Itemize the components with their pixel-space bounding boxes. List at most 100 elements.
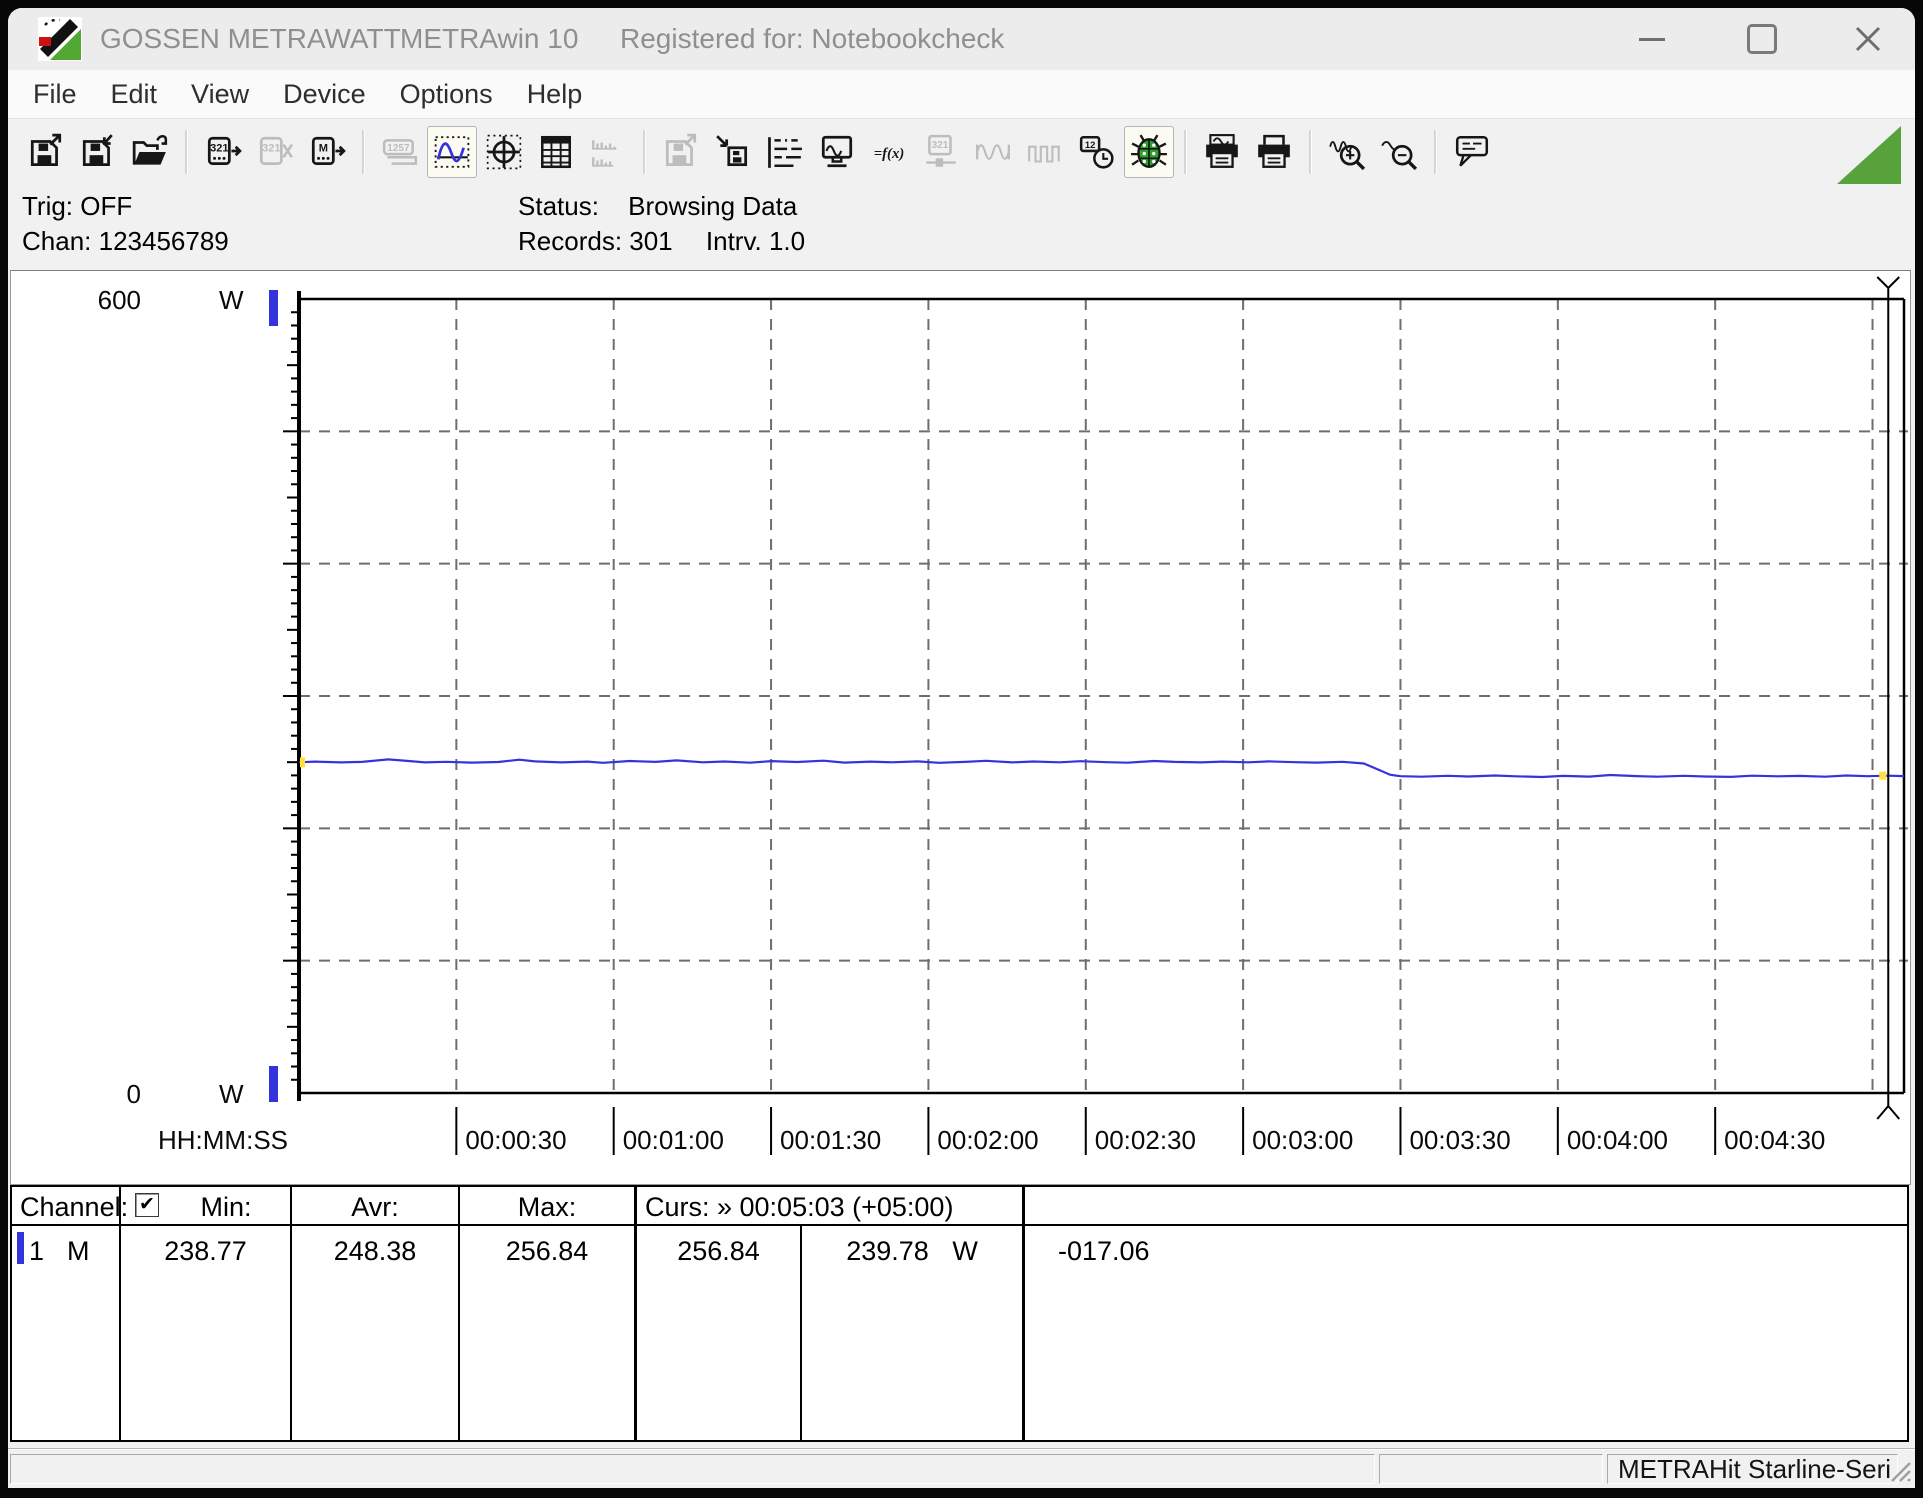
chart-view-button[interactable] bbox=[427, 125, 477, 178]
status-line: Status: Browsing Data bbox=[518, 191, 797, 222]
debug-bug-button[interactable] bbox=[1124, 125, 1174, 178]
zoom-out-button[interactable] bbox=[1374, 126, 1424, 178]
svg-text:321: 321 bbox=[210, 142, 228, 154]
svg-text:00:04:00: 00:04:00 bbox=[1567, 1125, 1668, 1155]
import-data-button[interactable] bbox=[708, 126, 758, 178]
zoom-in-icon bbox=[1329, 140, 1366, 170]
disconnect-device-button: 321 bbox=[250, 126, 300, 178]
menu-edit[interactable]: Edit bbox=[94, 70, 175, 118]
status-label: Status: bbox=[518, 191, 599, 221]
analog-wave-button bbox=[968, 126, 1018, 178]
disconnect-device-icon: 321 bbox=[259, 136, 293, 165]
metrawin-window: GOSSEN METRAWATT METRAwin 10 Registered … bbox=[8, 8, 1915, 1488]
resize-grip[interactable] bbox=[1886, 1457, 1912, 1483]
menu-options[interactable]: Options bbox=[383, 70, 510, 118]
row-cursor-value: 239.78 W bbox=[802, 1234, 1022, 1268]
menu-device[interactable]: Device bbox=[266, 70, 383, 118]
svg-text:12: 12 bbox=[1085, 139, 1096, 150]
save-as-icon bbox=[82, 133, 113, 166]
menu-view[interactable]: View bbox=[174, 70, 266, 118]
channel-settings-button[interactable] bbox=[760, 126, 810, 178]
row-cursor-start-value: 256.84 bbox=[677, 1236, 760, 1266]
print-preview-icon bbox=[1206, 133, 1238, 168]
analog-wave-icon bbox=[976, 143, 1010, 160]
table-view-button[interactable] bbox=[531, 126, 581, 178]
svg-text:00:02:00: 00:02:00 bbox=[937, 1125, 1038, 1155]
app-logo-icon bbox=[38, 17, 82, 61]
close-button[interactable] bbox=[1845, 16, 1891, 62]
zoom-out-icon bbox=[1381, 140, 1418, 170]
svg-text:00:01:30: 00:01:30 bbox=[780, 1125, 881, 1155]
title-bar: GOSSEN METRAWATT METRAwin 10 Registered … bbox=[8, 8, 1915, 70]
records-line: Records: 301 Intrv. 1.0 bbox=[518, 226, 805, 257]
live-monitor-icon bbox=[821, 135, 853, 167]
export-data-icon bbox=[665, 133, 697, 166]
channel-color-bar bbox=[17, 1232, 24, 1264]
open-file-button[interactable] bbox=[125, 126, 175, 178]
datetime-icon: 12 bbox=[1079, 135, 1114, 169]
row-cursor-delta: -017.06 bbox=[1058, 1236, 1150, 1266]
crosshair-view-icon bbox=[486, 134, 522, 169]
svg-text:600: 600 bbox=[98, 285, 141, 315]
crosshair-view-button[interactable] bbox=[479, 126, 529, 178]
title-registered: Registered for: Notebookcheck bbox=[620, 23, 1005, 54]
save-file-button[interactable] bbox=[21, 126, 71, 178]
live-monitor-button[interactable] bbox=[812, 126, 862, 178]
svg-text:00:03:00: 00:03:00 bbox=[1252, 1125, 1353, 1155]
open-file-icon bbox=[132, 134, 168, 165]
toolbar-separator bbox=[1184, 129, 1187, 174]
device-settings-icon: 321 bbox=[926, 134, 956, 167]
export-data-button bbox=[656, 126, 706, 178]
svg-text:00:04:30: 00:04:30 bbox=[1724, 1125, 1825, 1155]
svg-text:00:00:30: 00:00:30 bbox=[465, 1125, 566, 1155]
svg-text:M: M bbox=[319, 142, 328, 154]
menu-file[interactable]: File bbox=[16, 70, 94, 118]
toolbar-separator bbox=[185, 129, 188, 174]
cursor-value: 239.78 bbox=[846, 1236, 929, 1266]
save-file-icon bbox=[30, 133, 62, 166]
close-icon bbox=[1855, 26, 1881, 52]
channel-visible-checkbox[interactable]: ✔ bbox=[135, 1193, 159, 1217]
toolbar-separator bbox=[1434, 129, 1437, 174]
row-channel-number: 1 bbox=[29, 1236, 45, 1266]
row-channel-mode: M bbox=[67, 1236, 90, 1266]
import-data-icon bbox=[716, 134, 748, 166]
svg-text:W: W bbox=[219, 1079, 244, 1109]
row-max-value: 256.84 bbox=[505, 1236, 589, 1266]
svg-text:00:03:30: 00:03:30 bbox=[1409, 1125, 1510, 1155]
print-preview-button[interactable] bbox=[1197, 126, 1247, 178]
save-as-button[interactable] bbox=[73, 126, 123, 178]
svg-text:321: 321 bbox=[932, 139, 949, 150]
svg-text:=f(x): =f(x) bbox=[874, 145, 905, 161]
maximize-button[interactable] bbox=[1739, 16, 1785, 62]
col-header-channel: Channel: bbox=[20, 1192, 129, 1222]
menu-bar: File Edit View Device Options Help bbox=[8, 70, 1915, 119]
chart-area[interactable]: 00:00:30 00:01:00 00:01:30 00:02:00 00:02:30… bbox=[11, 271, 1908, 1182]
formula-button[interactable]: =f(x) bbox=[864, 126, 914, 178]
minimize-icon bbox=[1639, 37, 1665, 41]
hint-button[interactable] bbox=[1447, 126, 1497, 178]
svg-text:1257: 1257 bbox=[387, 142, 410, 153]
acquisition-info-strip: Trig: OFF Chan: 123456789 Status: Browsi… bbox=[8, 184, 1915, 269]
datetime-button[interactable]: 12 bbox=[1072, 126, 1122, 178]
svg-text:00:01:00: 00:01:00 bbox=[623, 1125, 724, 1155]
toolbar-separator bbox=[362, 129, 365, 174]
col-header-min: Min: bbox=[200, 1192, 252, 1222]
checkmark-icon: ✔ bbox=[139, 1194, 155, 1215]
minimize-button[interactable] bbox=[1629, 16, 1675, 62]
read-memory-button[interactable]: M bbox=[302, 126, 352, 178]
numeric-display-icon: 1257 bbox=[382, 138, 418, 165]
status-value: Browsing Data bbox=[628, 191, 798, 221]
desktop-background: GOSSEN METRAWATT METRAwin 10 Registered … bbox=[0, 0, 1923, 1498]
read-device-button[interactable]: 321 bbox=[198, 126, 248, 178]
print-icon bbox=[1258, 134, 1290, 168]
status-bar: METRAHit Starline-Seri bbox=[8, 1448, 1915, 1488]
title-app: METRAwin 10 bbox=[400, 23, 579, 54]
print-button[interactable] bbox=[1249, 126, 1299, 178]
menu-help[interactable]: Help bbox=[510, 70, 600, 118]
maximize-icon bbox=[1747, 24, 1777, 54]
zoom-in-button[interactable] bbox=[1322, 126, 1372, 178]
col-header-cursor: Curs: » 00:05:03 (+05:00) bbox=[645, 1192, 954, 1222]
brand-triangle-icon bbox=[1837, 126, 1901, 184]
histogram-view-icon bbox=[592, 139, 617, 167]
